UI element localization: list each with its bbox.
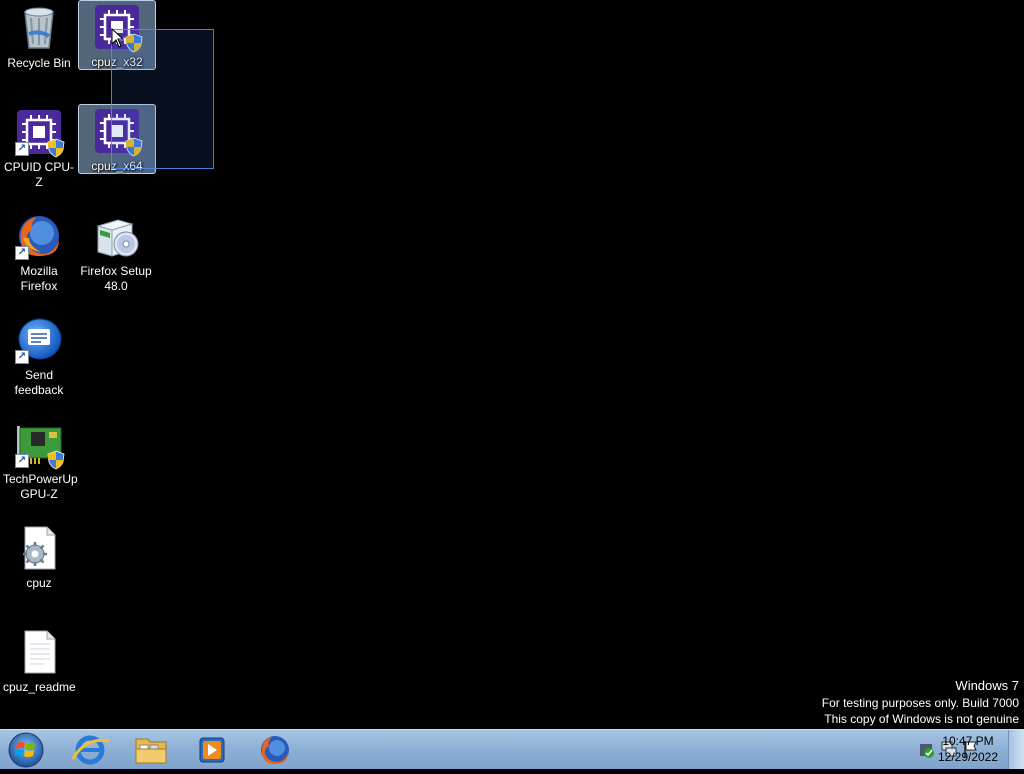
icon-label: cpuz: [26, 576, 52, 590]
clock-time: 10:47 PM: [942, 734, 994, 748]
watermark-build: For testing purposes only. Build 7000: [821, 695, 1019, 710]
desktop-icon-send-feedback[interactable]: ↗ Send feedback: [1, 314, 77, 398]
firefox-icon: ↗: [15, 212, 63, 260]
shortcut-arrow-icon: ↗: [15, 454, 29, 468]
shortcut-arrow-icon: ↗: [15, 350, 29, 364]
icon-label: Mozilla Firefox: [20, 264, 58, 293]
settings-file-icon: [15, 524, 63, 572]
start-button[interactable]: [4, 731, 48, 769]
internet-explorer-icon: [71, 735, 110, 765]
firefox-icon: [261, 736, 289, 764]
uac-shield-icon: [47, 450, 65, 470]
drag-selection-rectangle: [111, 29, 214, 169]
text-file-icon: [15, 628, 63, 676]
action-center-icon[interactable]: [920, 744, 934, 758]
taskbar-windows-explorer[interactable]: [126, 733, 176, 767]
feedback-bubble-icon: ↗: [15, 316, 63, 364]
windows-build-watermark: Windows 7 For testing purposes only. Bui…: [822, 678, 1019, 728]
watermark-genuine-notice: This copy of Windows is not genuine: [824, 712, 1019, 726]
gpu-z-icon: ↗: [15, 420, 65, 470]
icon-label: Send feedback: [14, 368, 64, 397]
watermark-os-name: Windows 7: [955, 678, 1019, 693]
clock-date: 12/29/2022: [937, 750, 999, 764]
desktop-icon-techpowerup-gpu-z[interactable]: ↗ TechPowerUp GPU-Z: [1, 418, 78, 502]
icon-label: TechPowerUp GPU-Z: [3, 472, 78, 501]
taskbar: 10:47 PM 12/29/2022: [0, 729, 1024, 769]
taskbar-media-player[interactable]: [187, 733, 237, 767]
taskbar-internet-explorer[interactable]: [65, 733, 115, 767]
taskbar-firefox[interactable]: [250, 733, 300, 767]
recycle-bin-icon: [15, 4, 63, 52]
uac-shield-icon: [47, 138, 65, 158]
windows-logo-icon: [8, 732, 44, 768]
desktop-icon-mozilla-firefox[interactable]: ↗ Mozilla Firefox: [1, 210, 77, 294]
show-desktop-button[interactable]: [1008, 730, 1024, 769]
icon-label: cpuz_readme: [3, 680, 76, 694]
mouse-cursor-icon: [111, 28, 125, 48]
desktop-icon-cpuz-readme[interactable]: cpuz_readme: [1, 626, 77, 695]
desktop-icon-firefox-setup[interactable]: Firefox Setup 48.0: [78, 210, 154, 294]
icon-label: Recycle Bin: [7, 56, 71, 70]
desktop-icon-cpuz-config[interactable]: cpuz: [1, 522, 77, 591]
shortcut-arrow-icon: ↗: [15, 246, 29, 260]
taskbar-clock[interactable]: 10:47 PM 12/29/2022: [934, 733, 1002, 765]
desktop-icon-cpuid-cpu-z[interactable]: ↗ CPUID CPU-Z: [1, 106, 77, 190]
installer-box-icon: [92, 212, 140, 260]
desktop[interactable]: Recycle Bin cpuz_x32 ↗ CPUID CPU-Z cpuz_…: [0, 0, 1024, 729]
shortcut-arrow-icon: ↗: [15, 142, 29, 156]
desktop-icon-recycle-bin[interactable]: Recycle Bin: [1, 2, 77, 71]
windows-explorer-icon: [135, 738, 167, 764]
icon-label: Firefox Setup 48.0: [80, 264, 152, 293]
cpuz-chip-icon: ↗: [15, 108, 65, 158]
icon-label: CPUID CPU-Z: [3, 160, 74, 189]
media-player-icon: [199, 737, 225, 763]
